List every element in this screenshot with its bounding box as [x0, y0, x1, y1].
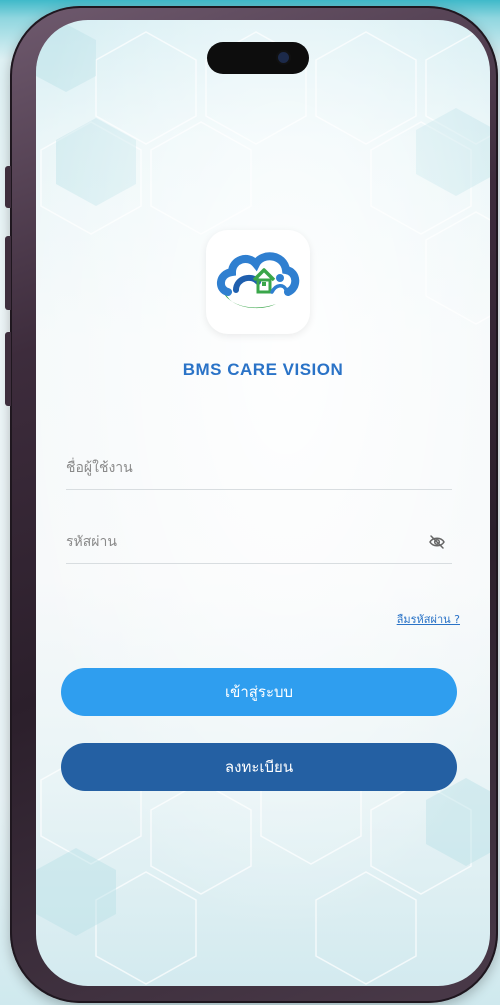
password-field[interactable] — [66, 520, 452, 564]
login-button[interactable]: เข้าสู่ระบบ — [61, 668, 457, 716]
front-camera-icon — [278, 52, 289, 63]
camera-notch — [207, 42, 309, 74]
side-button-volume-down — [5, 332, 11, 406]
password-input[interactable] — [66, 520, 452, 556]
bms-care-vision-logo-icon — [217, 252, 300, 309]
hexagon-background — [36, 20, 490, 986]
username-field[interactable] — [66, 446, 452, 490]
app-screen: BMS CARE VISION ลืมรหัสผ่าน ? เข้าสู่ระบ… — [36, 20, 490, 986]
side-button-mute — [5, 166, 11, 208]
username-input[interactable] — [66, 446, 452, 482]
forgot-password-link[interactable]: ลืมรหัสผ่าน ? — [397, 610, 460, 628]
register-button[interactable]: ลงทะเบียน — [61, 743, 457, 791]
app-logo — [206, 230, 310, 334]
side-button-volume-up — [5, 236, 11, 310]
app-title: BMS CARE VISION — [182, 360, 344, 379]
eye-slash-icon[interactable] — [428, 534, 446, 550]
